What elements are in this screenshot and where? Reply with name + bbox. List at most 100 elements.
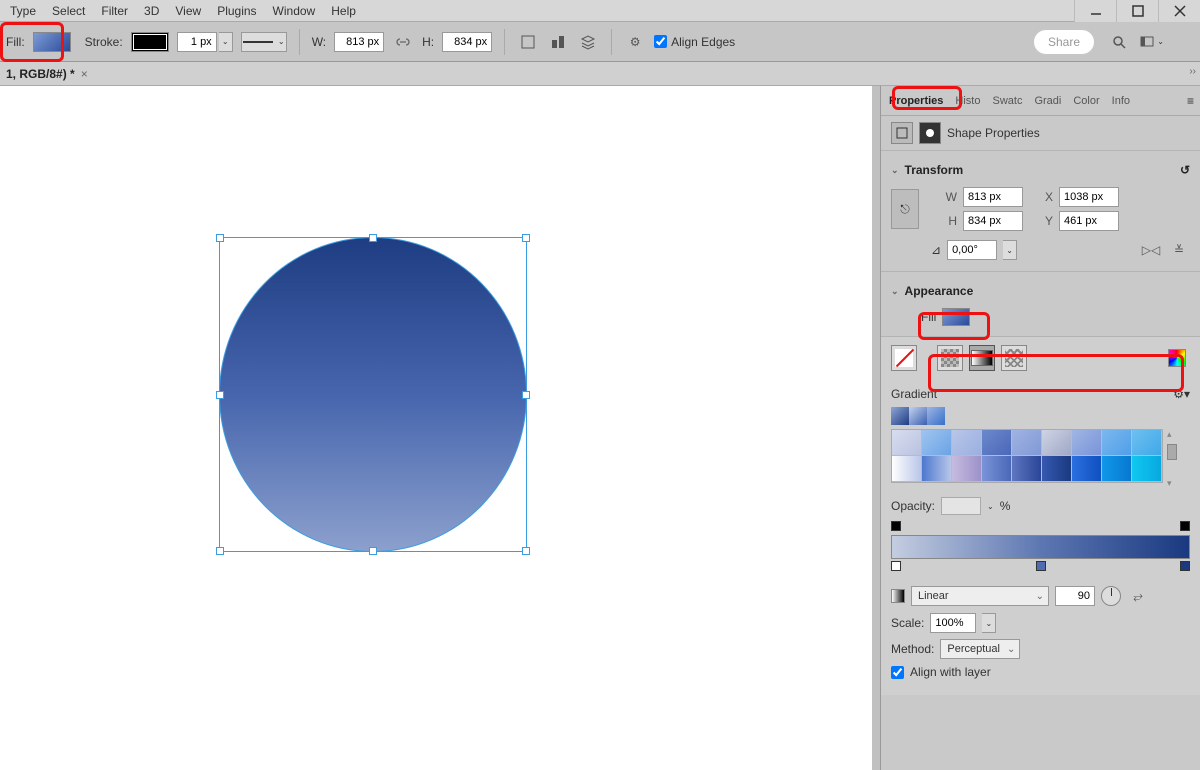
gear-icon[interactable]: ⚙ [624,31,646,53]
transform-title[interactable]: ⌄ Transform ↺ [891,157,1190,183]
handle-bl[interactable] [216,547,224,555]
preset[interactable] [1042,456,1072,482]
preset[interactable] [1102,430,1132,456]
preset[interactable] [1012,430,1042,456]
menu-plugins[interactable]: Plugins [209,2,264,20]
search-icon[interactable] [1108,31,1130,53]
reference-point-widget[interactable]: ⎋ [891,189,919,229]
opacity-stop-right[interactable] [1180,521,1190,531]
flip-horizontal-icon[interactable]: ▷◁ [1140,239,1162,261]
gradient-bar[interactable] [891,535,1190,559]
menu-filter[interactable]: Filter [93,2,136,20]
tab-histogram[interactable]: Histo [951,91,984,111]
stroke-width-caret[interactable]: ⌄ [219,32,233,52]
recent-gradient-2[interactable] [909,407,927,425]
expand-chevrons-icon[interactable]: ›› [1189,66,1196,77]
live-shape-icon[interactable] [891,122,913,144]
link-wh-icon[interactable] [392,31,414,53]
preset[interactable] [982,456,1012,482]
gradient-settings-icon[interactable]: ⚙▾ [1173,387,1190,401]
preset[interactable] [1072,430,1102,456]
align-with-layer-input[interactable] [891,666,904,679]
transform-height-input[interactable] [963,211,1023,231]
scrollbar-thumb[interactable] [1167,444,1177,460]
stroke-width-field[interactable]: ⌄ [177,32,233,52]
preset[interactable] [1102,456,1132,482]
maximize-button[interactable] [1116,0,1158,22]
mask-icon[interactable] [919,122,941,144]
reset-icon[interactable]: ↺ [1180,163,1190,177]
appearance-title[interactable]: ⌄ Appearance [891,278,1190,304]
no-fill-button[interactable] [891,345,917,371]
tab-info[interactable]: Info [1108,91,1134,111]
close-document-icon[interactable]: × [81,67,88,81]
recent-gradient-3[interactable] [927,407,945,425]
gradient-type-select[interactable]: Linear [911,586,1049,606]
handle-t[interactable] [369,234,377,242]
fill-swatch[interactable] [33,32,71,52]
preset[interactable] [952,430,982,456]
transform-x-input[interactable] [1059,187,1119,207]
stroke-style-field[interactable]: ⌄ [241,32,287,52]
preset[interactable] [892,456,922,482]
align-edges-checkbox[interactable]: Align Edges [654,35,735,49]
tab-color[interactable]: Color [1069,91,1103,111]
pattern-fill-button[interactable] [1001,345,1027,371]
handle-tr[interactable] [522,234,530,242]
preset[interactable] [892,430,922,456]
canvas-area[interactable] [0,86,880,770]
gradient-angle-input[interactable] [1055,586,1095,606]
menu-3d[interactable]: 3D [136,2,167,20]
align-with-layer-checkbox[interactable]: Align with layer [891,665,1190,679]
minimize-button[interactable] [1074,0,1116,22]
color-picker-button[interactable] [1164,345,1190,371]
preset[interactable] [922,430,952,456]
gradient-editor[interactable] [891,521,1190,575]
path-align-icon[interactable] [517,31,539,53]
preset[interactable] [1132,456,1162,482]
preset[interactable] [1132,430,1162,456]
handle-l[interactable] [216,391,224,399]
scale-input[interactable] [930,613,976,633]
transform-width-input[interactable] [963,187,1023,207]
transform-angle-input[interactable] [947,240,997,260]
appearance-fill-swatch[interactable] [942,308,970,326]
tab-gradient[interactable]: Gradi [1030,91,1065,111]
gradient-fill-button[interactable] [969,345,995,371]
handle-tl[interactable] [216,234,224,242]
panel-menu-icon[interactable]: ≡ [1187,94,1194,108]
reverse-gradient-icon[interactable]: ⥂ [1127,585,1149,607]
recent-gradient-1[interactable] [891,407,909,425]
path-stack-icon[interactable] [577,31,599,53]
menu-select[interactable]: Select [44,2,93,20]
handle-br[interactable] [522,547,530,555]
handle-b[interactable] [369,547,377,555]
align-edges-input[interactable] [654,35,667,48]
stroke-swatch[interactable] [131,32,169,52]
screen-mode-button[interactable]: ⌄ [1139,34,1164,50]
stroke-width-input[interactable] [177,32,217,52]
menu-type[interactable]: Type [2,2,44,20]
preset[interactable] [1072,456,1102,482]
solid-fill-button[interactable] [937,345,963,371]
scroll-up-icon[interactable]: ▴ [1167,429,1177,440]
preset[interactable] [922,456,952,482]
method-select[interactable]: Perceptual [940,639,1020,659]
close-button[interactable] [1158,0,1200,22]
color-stop-left[interactable] [891,561,901,571]
scale-caret[interactable]: ⌄ [982,613,996,633]
handle-r[interactable] [522,391,530,399]
tab-properties[interactable]: Properties [885,91,947,111]
menu-view[interactable]: View [167,2,209,20]
scroll-down-icon[interactable]: ▾ [1167,478,1177,489]
preset[interactable] [982,430,1012,456]
preset[interactable] [952,456,982,482]
tab-swatches[interactable]: Swatc [988,91,1026,111]
flip-vertical-icon[interactable]: ≚ [1168,239,1190,261]
color-stop-right[interactable] [1180,561,1190,571]
menu-help[interactable]: Help [323,2,364,20]
document-title[interactable]: 1, RGB/8#) * [6,67,75,81]
share-button[interactable]: Share [1034,30,1094,54]
width-input[interactable] [334,32,384,52]
opacity-input[interactable] [941,497,981,515]
